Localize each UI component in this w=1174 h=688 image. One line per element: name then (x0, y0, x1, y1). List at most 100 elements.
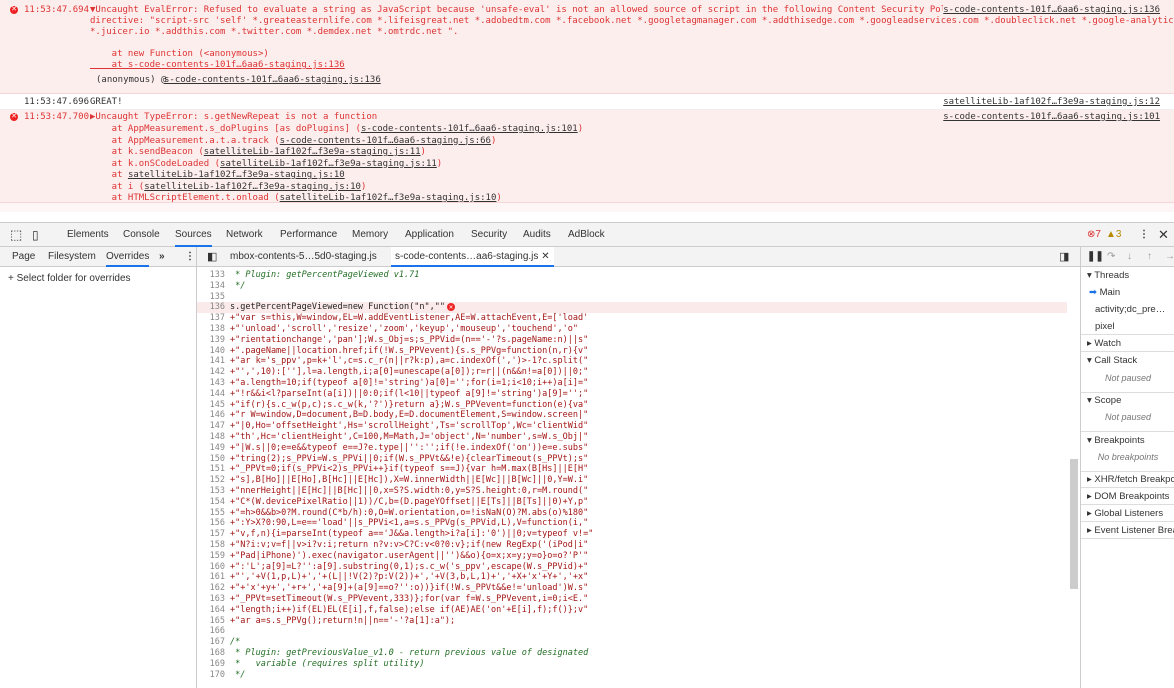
console-error-csp[interactable]: ✕ 11:53:47.694 ▼Uncaught EvalError: Refu… (0, 0, 1174, 94)
editor-scrollbar[interactable] (1070, 459, 1078, 589)
tab-overrides[interactable]: Overrides (106, 247, 150, 267)
close-icon[interactable]: ✕ (1158, 223, 1169, 247)
console-error-type[interactable]: ✕ 11:53:47.700 ▶Uncaught TypeError: s.ge… (0, 110, 1174, 203)
frame-link[interactable]: satelliteLib-1af102f…f3e9a-staging.js:11 (220, 159, 437, 169)
thread-main[interactable]: ➡ Main (1081, 284, 1174, 301)
step-out-icon[interactable]: ↑ (1147, 247, 1152, 267)
line-number[interactable]: 142 (197, 367, 225, 378)
line-number[interactable]: 155 (197, 508, 225, 519)
line-number[interactable]: 170 (197, 670, 225, 681)
line-number[interactable]: 153 (197, 486, 225, 497)
inline-error-icon[interactable]: ✕ (447, 303, 455, 312)
frame-link[interactable]: s-code-contents-101f…6aa6-staging.js:66 (280, 136, 491, 146)
line-number[interactable]: 147 (197, 421, 225, 432)
breakpoints-header[interactable]: ▾ Breakpoints (1081, 432, 1174, 449)
more-tabs-icon[interactable]: » (159, 247, 165, 267)
frame-link[interactable]: satelliteLib-1af102f…f3e9a-staging.js:10 (144, 182, 361, 192)
tab-filesystem[interactable]: Filesystem (48, 247, 96, 267)
tab-application[interactable]: Application (405, 223, 454, 247)
dom-breakpoints-header[interactable]: ▸ DOM Breakpoints (1081, 488, 1174, 505)
line-number[interactable]: 152 (197, 475, 225, 486)
step-icon[interactable]: → (1165, 247, 1174, 267)
toggle-navigator-icon[interactable]: ◧ (207, 247, 217, 267)
inspect-icon[interactable]: ⬚ (10, 223, 22, 247)
line-number[interactable]: 151 (197, 464, 225, 475)
line-number[interactable]: 140 (197, 346, 225, 357)
toggle-debugger-icon[interactable]: ◨ (1059, 247, 1069, 267)
more-options-icon[interactable]: ⋮ (1139, 223, 1149, 247)
line-number[interactable]: 161 (197, 572, 225, 583)
file-tab-scode[interactable]: s-code-contents…aa6-staging.js ✕ (391, 247, 554, 267)
warning-count[interactable]: ▲3 (1106, 223, 1121, 247)
line-number[interactable]: 141 (197, 356, 225, 367)
watch-header[interactable]: ▸ Watch (1081, 335, 1174, 352)
tab-security[interactable]: Security (471, 223, 507, 247)
step-over-icon[interactable]: ↷ (1107, 247, 1115, 267)
line-number[interactable]: 165 (197, 616, 225, 627)
line-number[interactable]: 150 (197, 454, 225, 465)
tab-audits[interactable]: Audits (523, 223, 551, 247)
line-number[interactable]: 167 (197, 637, 225, 648)
frame-link[interactable]: satelliteLib-1af102f…f3e9a-staging.js:11 (204, 147, 421, 157)
line-number[interactable]: 163 (197, 594, 225, 605)
tab-page[interactable]: Page (12, 247, 35, 267)
scope-header[interactable]: ▾ Scope (1081, 392, 1174, 409)
menu-icon[interactable]: ⋮ (185, 247, 195, 267)
line-number[interactable]: 149 (197, 443, 225, 454)
line-number[interactable]: 148 (197, 432, 225, 443)
tab-elements[interactable]: Elements (67, 223, 109, 247)
line-number[interactable]: 135 (197, 292, 225, 303)
step-into-icon[interactable]: ↓ (1127, 247, 1132, 267)
code-line: 166 (197, 626, 1067, 637)
line-number[interactable]: 159 (197, 551, 225, 562)
line-number[interactable]: 157 (197, 529, 225, 540)
tab-adblock[interactable]: AdBlock (568, 223, 605, 247)
frame-link[interactable]: satelliteLib-1af102f…f3e9a-staging.js:10 (280, 193, 497, 203)
line-number[interactable]: 162 (197, 583, 225, 594)
close-tab-icon[interactable]: ✕ (541, 251, 549, 262)
tab-network[interactable]: Network (226, 223, 263, 247)
line-number[interactable]: 166 (197, 626, 225, 637)
global-listeners-header[interactable]: ▸ Global Listeners (1081, 505, 1174, 522)
line-number[interactable]: 164 (197, 605, 225, 616)
line-number[interactable]: 146 (197, 410, 225, 421)
source-link[interactable]: satelliteLib-1af102f…f3e9a-staging.js:12 (943, 97, 1160, 108)
thread-pixel[interactable]: pixel (1081, 318, 1174, 335)
line-number[interactable]: 145 (197, 400, 225, 411)
line-number[interactable]: 139 (197, 335, 225, 346)
tab-sources[interactable]: Sources (175, 223, 212, 247)
line-number[interactable]: 138 (197, 324, 225, 335)
event-listener-breakpoints-header[interactable]: ▸ Event Listener Breakpoints (1081, 522, 1174, 539)
threads-header[interactable]: ▾ Threads (1081, 267, 1174, 284)
line-number[interactable]: 156 (197, 518, 225, 529)
line-number[interactable]: 154 (197, 497, 225, 508)
error-line-6[interactable]: at s-code-contents-101f…6aa6-staging.js:… (90, 60, 345, 71)
line-number[interactable]: 158 (197, 540, 225, 551)
line-number[interactable]: 134 (197, 281, 225, 292)
frame-link[interactable]: satelliteLib-1af102f…f3e9a-staging.js:10 (128, 170, 345, 180)
xhr-breakpoints-header[interactable]: ▸ XHR/fetch Breakpoints (1081, 471, 1174, 488)
pause-icon[interactable]: ❚❚ (1087, 247, 1104, 267)
device-toolbar-icon[interactable]: ▯ (32, 223, 39, 247)
tab-memory[interactable]: Memory (352, 223, 388, 247)
line-number[interactable]: 137 (197, 313, 225, 324)
thread-activity[interactable]: activity;dc_pre… (1081, 301, 1174, 318)
line-number[interactable]: 143 (197, 378, 225, 389)
tab-console[interactable]: Console (123, 223, 160, 247)
code-editor[interactable]: 133 * Plugin: getPercentPageViewed v1.71… (197, 267, 1067, 688)
line-number[interactable]: 168 (197, 648, 225, 659)
line-number[interactable]: 169 (197, 659, 225, 670)
select-folder-button[interactable]: + Select folder for overrides (8, 273, 131, 284)
error-count[interactable]: ⊗7 (1087, 223, 1101, 247)
line-number[interactable]: 144 (197, 389, 225, 400)
anonymous-link[interactable]: s-code-contents-101f…6aa6-staging.js:136 (164, 75, 381, 86)
line-number[interactable]: 133 (197, 270, 225, 281)
frame-link[interactable]: s-code-contents-101f…6aa6-staging.js:101 (361, 124, 578, 134)
line-number[interactable]: 136 (197, 302, 225, 313)
line-number[interactable]: 160 (197, 562, 225, 573)
call-stack-header[interactable]: ▾ Call Stack (1081, 352, 1174, 369)
tab-performance[interactable]: Performance (280, 223, 337, 247)
source-link[interactable]: s-code-contents-101f…6aa6-staging.js:136 (943, 5, 1160, 16)
file-tab-mbox[interactable]: mbox-contents-5…5d0-staging.js (230, 247, 377, 267)
source-link[interactable]: s-code-contents-101f…6aa6-staging.js:101 (943, 112, 1160, 123)
